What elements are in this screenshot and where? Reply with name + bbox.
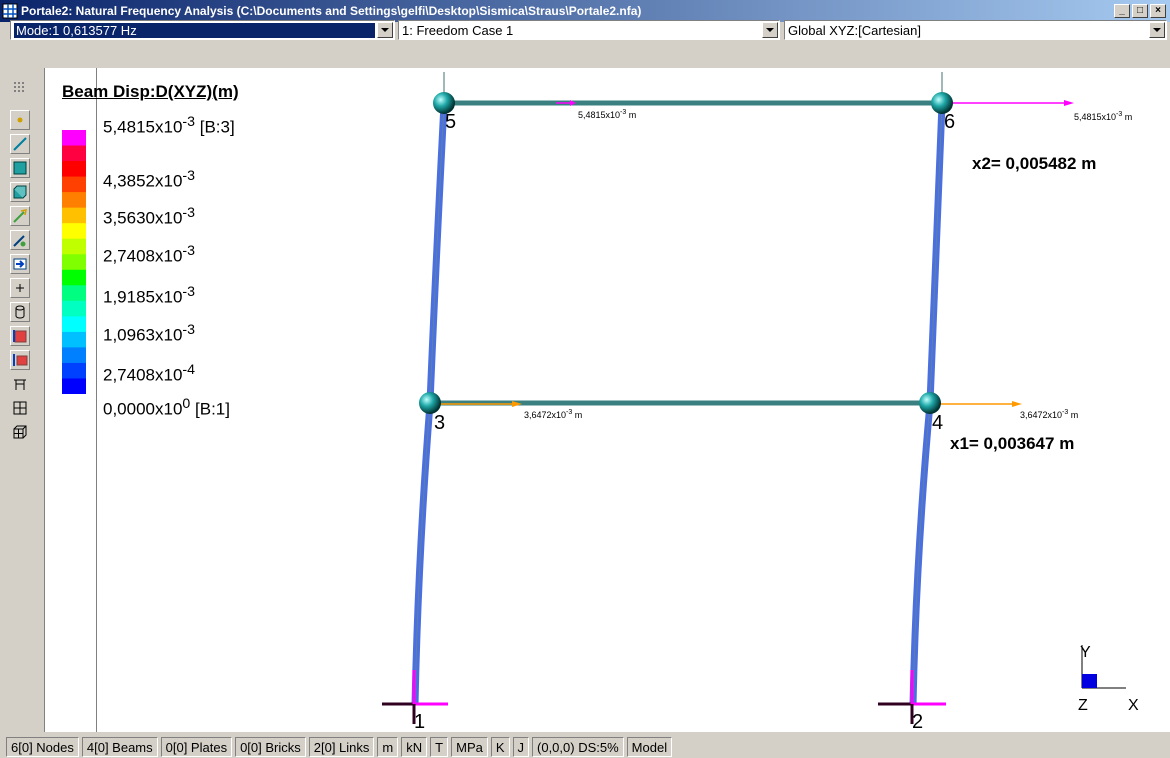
node-label-1: 1 xyxy=(414,711,425,733)
column-1-3[interactable] xyxy=(411,402,434,706)
status-plates: 0[0] Plates xyxy=(160,737,233,757)
status-unit-length[interactable]: m xyxy=(377,737,399,757)
x2-annotation: x2= 0,005482 m xyxy=(972,154,1097,173)
status-bar: 6[0] Nodes 4[0] Beams 0[0] Plates 0[0] B… xyxy=(0,736,1170,758)
status-links: 2[0] Links xyxy=(308,737,375,757)
status-coords-scale: (0,0,0) DS:5% xyxy=(532,737,624,757)
disp-label-mid-mid: 3,6472x10-3 m xyxy=(524,409,582,420)
axis-y-label: Y xyxy=(1080,644,1091,661)
disp-label-top-mid: 5,4815x10-3 m xyxy=(578,109,636,120)
status-unit-energy[interactable]: J xyxy=(512,737,530,757)
axis-x-label: X xyxy=(1128,697,1139,714)
node-label-5: 5 xyxy=(445,111,456,133)
displacement-arrow-mid-right xyxy=(936,401,1022,407)
displacement-arrow-top-right xyxy=(948,100,1074,106)
disp-label-mid-right: 3,6472x10-3 m xyxy=(1020,409,1078,420)
status-unit-mass[interactable]: T xyxy=(430,737,449,757)
node-label-2: 2 xyxy=(912,711,923,733)
disp-label-top-right: 5,4815x10-3 m xyxy=(1074,111,1132,122)
column-2-4[interactable] xyxy=(909,402,934,706)
status-unit-stress[interactable]: MPa xyxy=(451,737,488,757)
frame-model: 5 6 3 4 1 2 5,4815x10-3 m 5,4815x10-3 m … xyxy=(382,72,1139,733)
node-label-4: 4 xyxy=(932,412,943,434)
x1-annotation: x1= 0,003647 m xyxy=(950,434,1075,453)
status-mode: Model xyxy=(626,737,673,757)
axis-z-label: Z xyxy=(1078,697,1088,714)
status-nodes: 6[0] Nodes xyxy=(6,737,79,757)
node-label-3: 3 xyxy=(434,412,445,434)
status-unit-force[interactable]: kN xyxy=(401,737,428,757)
node-3[interactable] xyxy=(419,392,441,414)
node-label-6: 6 xyxy=(944,111,955,133)
node-4[interactable] xyxy=(919,392,941,414)
status-unit-temp[interactable]: K xyxy=(490,737,510,757)
status-bricks: 0[0] Bricks xyxy=(235,737,306,757)
status-beams: 4[0] Beams xyxy=(81,737,158,757)
axis-triad: Y Z X xyxy=(1078,644,1139,714)
